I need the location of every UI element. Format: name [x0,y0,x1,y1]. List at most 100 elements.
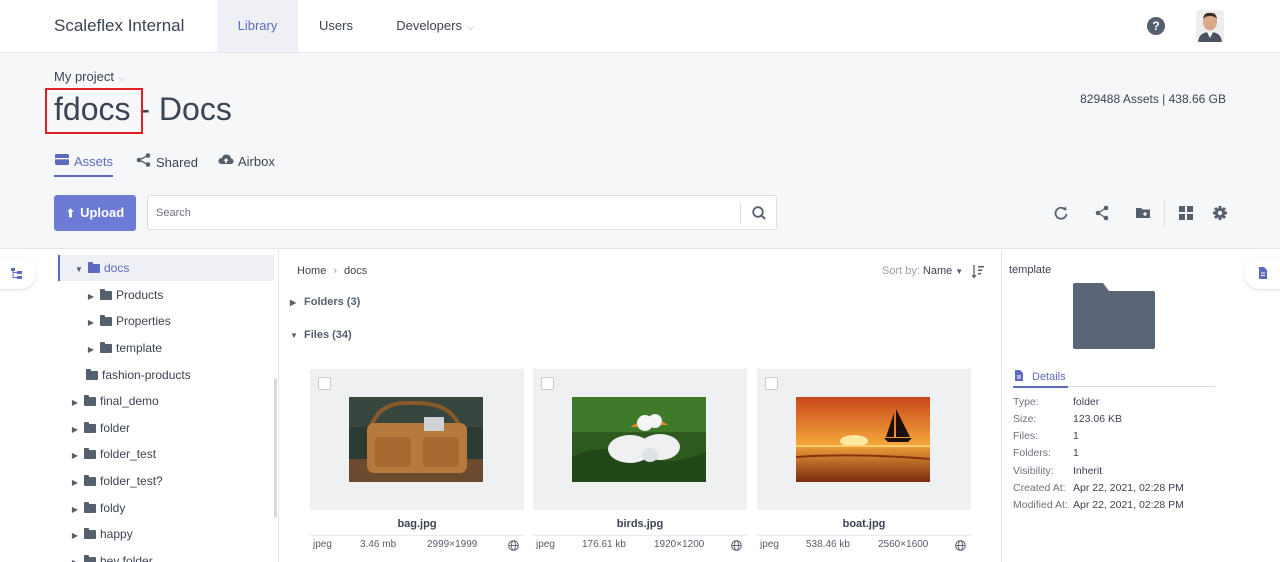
file-card[interactable]: boat.jpg jpeg 538.46 kb 2560×1600 [757,369,971,562]
subtab-assets[interactable]: Assets [54,153,114,177]
folder-tree: ▼ docs ▶ Products ▶ Properties ▶ template fa… [54,250,278,562]
folders-section-toggle[interactable]: ▶ Folders (3) [290,296,360,308]
file-dimensions: 1920×1200 [654,539,705,550]
sort-control[interactable]: Sort by: Name ▼ [882,265,963,277]
subtab-airbox[interactable]: Airbox [218,153,275,177]
search-input[interactable] [148,196,740,229]
title-highlight: fdocs [44,88,144,134]
caret-down-icon: ▼ [955,267,964,276]
file-size: 176.61 kb [582,539,626,550]
refresh-icon[interactable] [1053,205,1069,221]
folder-icon [88,262,100,273]
select-checkbox[interactable] [541,377,554,390]
caret-right-icon[interactable]: ▶ [68,497,82,523]
sort-order-icon[interactable] [972,264,984,278]
folder-icon [84,422,96,433]
tab-details[interactable]: Details [1013,370,1215,388]
project-selector[interactable]: My project ⌵ [54,69,126,84]
tree-item-label: final_demo [100,394,159,408]
tree-item-docs[interactable]: ▼ docs [58,255,274,281]
file-size: 3.46 mb [360,539,397,550]
tree-icon [11,268,22,279]
tree-divider [278,250,279,562]
subtab-shared[interactable]: Shared [136,153,198,177]
folder-icon [100,289,112,300]
tree-item-hey-folder[interactable]: ▶ hey folder [68,548,153,562]
search-box [147,195,777,230]
boat-image [796,397,930,482]
drawer-icon [55,154,69,165]
caret-right-icon[interactable]: ▶ [84,337,98,363]
file-card[interactable]: bag.jpg jpeg 3.46 mb 2999×1999 [310,369,524,562]
caret-down-icon[interactable]: ▼ [72,257,86,283]
tree-item-template[interactable]: ▶ template [84,335,162,361]
folder-icon [84,448,96,459]
tree-item-folder-test[interactable]: ▶ folder_test [68,441,156,467]
file-card[interactable]: birds.jpg jpeg 176.61 kb 1920×1200 [533,369,747,562]
caret-right-icon[interactable]: ▶ [84,310,98,336]
select-checkbox[interactable] [765,377,778,390]
detail-key: Modified At: [1013,499,1068,511]
file-type: jpeg [536,539,555,550]
tab-library-label: Library [237,18,278,33]
tab-users[interactable]: Users [305,0,367,52]
tree-item-final-demo[interactable]: ▶ final_demo [68,388,159,414]
caret-right-icon[interactable]: ▶ [68,443,82,469]
file-thumbnail [310,369,524,510]
file-dimensions: 2999×1999 [427,539,478,550]
file-dimensions: 2560×1600 [878,539,929,550]
file-name: birds.jpg [616,518,664,530]
folders-section-label: Folders (3) [304,296,361,308]
upload-button[interactable]: ⬆ Upload [54,195,136,231]
tree-item-properties[interactable]: ▶ Properties [84,308,171,334]
tab-library[interactable]: Library [217,0,298,52]
detail-row-size: Size: 123.06 KB [1013,413,1122,425]
avatar[interactable] [1196,10,1224,42]
caret-right-icon[interactable]: ▶ [68,470,82,496]
tree-item-fashion-products[interactable]: fashion-products [84,362,191,388]
tree-item-label: happy [100,527,133,541]
tree-item-label: template [116,341,163,355]
subtab-assets-label: Assets [74,154,114,169]
detail-row-modified: Modified At: Apr 22, 2021, 02:28 PM [1013,499,1184,511]
help-icon[interactable]: ? [1147,17,1165,35]
folder-icon [86,369,98,380]
folder-icon [100,315,112,326]
files-section-toggle[interactable]: ▼ Files (34) [290,329,352,341]
caret-right-icon[interactable]: ▶ [68,523,82,549]
caret-right-icon[interactable]: ▶ [84,284,98,310]
new-folder-icon[interactable] [1135,205,1151,221]
share-icon[interactable] [1094,205,1110,221]
tree-item-label: folder_test? [100,474,163,488]
tab-developers-label: Developers [396,18,462,33]
detail-key: Size: [1013,413,1037,425]
caret-right-icon[interactable]: ▶ [68,390,82,416]
breadcrumb-home[interactable]: Home [297,265,326,277]
tab-developers[interactable]: Developers ⌵ [384,0,486,52]
caret-right-icon[interactable]: ▶ [68,550,82,562]
sort-label: Sort by: [882,265,920,277]
search-icon [752,206,766,220]
upload-label: Upload [80,205,125,220]
tree-toggle-button[interactable] [0,257,36,289]
settings-icon[interactable] [1212,205,1228,221]
grid-view-icon[interactable] [1178,205,1194,221]
tree-item-foldy[interactable]: ▶ foldy [68,495,125,521]
document-icon [1015,370,1023,381]
asset-stats: 829488 Assets | 438.66 GB [1080,92,1226,106]
tab-users-label: Users [319,18,353,33]
globe-icon [508,540,519,551]
select-checkbox[interactable] [318,377,331,390]
tree-item-folder-test-q[interactable]: ▶ folder_test? [68,468,163,494]
tree-item-products[interactable]: ▶ Products [84,282,163,308]
tree-item-happy[interactable]: ▶ happy [68,521,133,547]
search-button[interactable] [740,202,776,224]
detail-toggle-button[interactable] [1244,257,1280,289]
tree-item-folder[interactable]: ▶ folder [68,415,130,441]
caret-right-icon[interactable]: ▶ [68,417,82,443]
cloud-upload-icon [218,154,234,164]
tree-scrollbar[interactable] [274,378,277,518]
file-type: jpeg [313,539,332,550]
folder-icon [1073,283,1155,349]
page-header: My project ⌵ fdocs - Docs 829488 Assets |… [0,53,1280,249]
